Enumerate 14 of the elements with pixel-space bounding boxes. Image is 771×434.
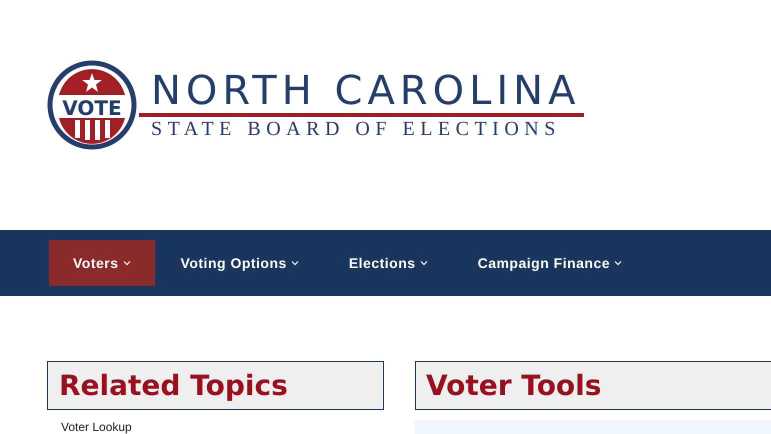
chevron-down-icon (122, 260, 131, 266)
nav-tab[interactable]: Voters (49, 240, 155, 286)
chevron-down-icon (420, 260, 428, 266)
logo-title: NORTH CAROLINA (150, 69, 582, 113)
chevron-down-icon (614, 260, 622, 266)
nav-tab[interactable]: Campaign Finance (454, 240, 646, 286)
panel-title: Voter Tools (426, 368, 602, 404)
panel-title: Related Topics (59, 368, 288, 404)
nav-tab[interactable]: Elections (324, 240, 452, 286)
badge-text: VOTE (62, 96, 122, 120)
logo-subtitle: STATE BOARD OF ELECTIONS (150, 117, 562, 141)
nav-tab[interactable]: Voting Options (156, 240, 323, 286)
chevron-down-icon (290, 260, 299, 266)
topic-link[interactable]: Voter Lookup (61, 420, 384, 434)
